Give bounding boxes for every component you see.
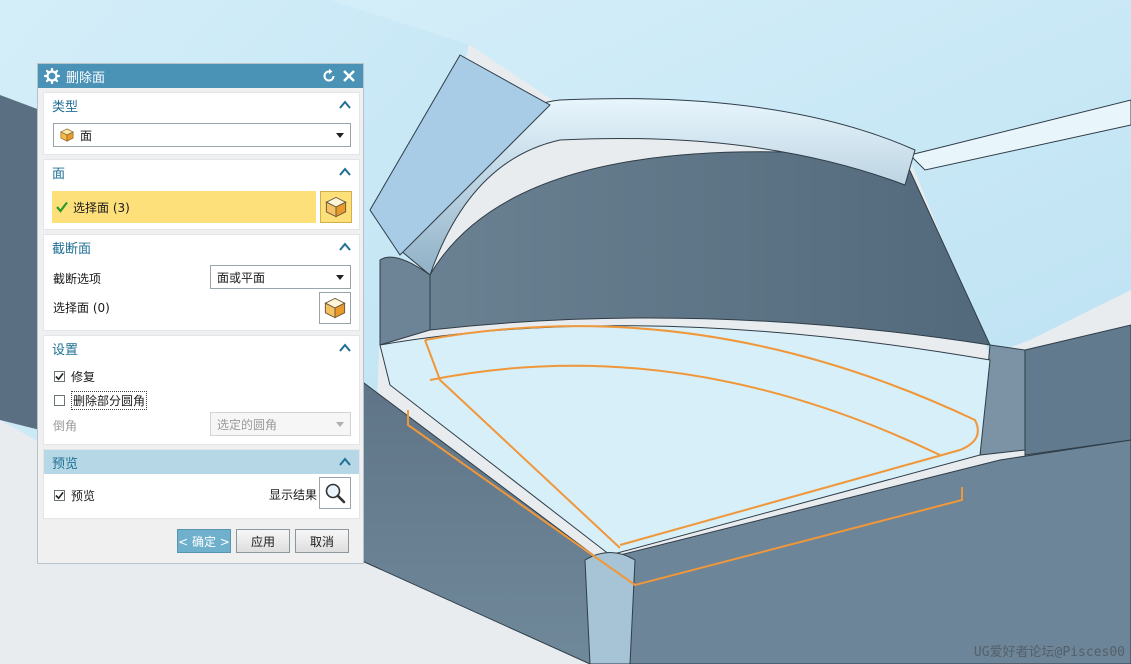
repair-label: 修复: [71, 370, 96, 384]
select-face-button[interactable]: [320, 191, 352, 223]
repair-checkbox[interactable]: 修复: [54, 368, 95, 385]
type-select[interactable]: 面: [53, 123, 351, 147]
section-settings-header[interactable]: 设置: [44, 336, 359, 360]
cancel-button[interactable]: 取消: [295, 529, 349, 553]
pocket-left-wall: [379, 256, 431, 346]
dialog-titlebar[interactable]: 删除面: [38, 64, 363, 88]
chevron-up-icon[interactable]: [339, 242, 351, 252]
gear-icon: [44, 68, 60, 84]
section-type-header[interactable]: 类型: [44, 93, 359, 117]
watermark: UG爱好者论坛@Pisces00: [973, 645, 1125, 660]
show-result-label: 显示结果: [269, 488, 318, 502]
section-settings-title: 设置: [52, 342, 79, 358]
cut-select-face-label: 选择面 (0): [53, 301, 110, 315]
dialog-title: 删除面: [66, 70, 106, 86]
section-type: 类型 面: [43, 92, 360, 155]
preview-checkbox-box[interactable]: [54, 490, 65, 501]
cube-icon: [325, 196, 347, 218]
select-face-row[interactable]: 选择面 (3): [52, 191, 316, 223]
reset-icon[interactable]: [321, 68, 337, 84]
cut-option-value: 面或平面: [217, 270, 266, 285]
section-type-title: 类型: [52, 99, 79, 115]
checkmark-icon: [55, 372, 64, 381]
checkmark-icon: [55, 491, 64, 500]
delete-partial-fillet-label: 删除部分圆角: [71, 391, 148, 410]
select-face-label: 选择面 (3): [73, 200, 130, 215]
cut-option-select[interactable]: 面或平面: [210, 265, 351, 289]
section-preview-header[interactable]: 预览: [44, 450, 359, 474]
section-cut-face-title: 截断面: [52, 241, 92, 257]
part-left-wall: [0, 95, 40, 430]
show-result-button[interactable]: [319, 477, 351, 509]
chevron-up-icon[interactable]: [339, 100, 351, 110]
chevron-down-icon: [336, 132, 344, 138]
section-cut-face: 截断面 截断选项 面或平面 选择面 (0): [43, 234, 360, 331]
chamfer-value: 选定的圆角: [217, 417, 278, 432]
repair-checkbox-box[interactable]: [54, 371, 65, 382]
check-icon: [56, 201, 68, 213]
front-corner-fillet: [584, 552, 636, 664]
preview-checkbox[interactable]: 预览: [54, 487, 95, 504]
section-face: 面 选择面 (3): [43, 159, 360, 230]
chevron-up-icon[interactable]: [339, 457, 351, 467]
cut-option-label: 截断选项: [53, 272, 102, 286]
chamfer-select: 选定的圆角: [210, 412, 351, 436]
chamfer-label: 倒角: [53, 419, 78, 433]
cut-select-face-button[interactable]: [319, 292, 351, 324]
ok-button[interactable]: < 确定 >: [177, 529, 231, 553]
cube-icon: [60, 128, 74, 142]
magnifier-icon: [325, 483, 346, 504]
close-icon[interactable]: [341, 68, 357, 84]
chevron-up-icon[interactable]: [339, 343, 351, 353]
section-preview: 预览 预览 显示结果: [43, 449, 360, 519]
preview-label: 预览: [71, 489, 96, 503]
chevron-down-icon: [336, 421, 344, 427]
chevron-up-icon[interactable]: [339, 167, 351, 177]
section-preview-title: 预览: [52, 456, 79, 472]
section-face-header[interactable]: 面: [44, 160, 359, 184]
cube-icon: [324, 297, 346, 319]
delete-partial-fillet-box[interactable]: [54, 395, 65, 406]
section-settings: 设置 修复 删除部分圆角 倒角 选定的圆角: [43, 335, 360, 445]
chevron-down-icon: [336, 274, 344, 280]
section-cut-face-header[interactable]: 截断面: [44, 235, 359, 259]
delete-face-dialog: 删除面 类型 面 面 选择面 (3) 截断面 截断选项 面或平面 选择面 (0)…: [37, 63, 364, 564]
apply-button[interactable]: 应用: [236, 529, 290, 553]
type-select-value: 面: [80, 128, 93, 143]
delete-partial-fillet-checkbox[interactable]: 删除部分圆角: [54, 391, 148, 410]
section-face-title: 面: [52, 166, 66, 182]
